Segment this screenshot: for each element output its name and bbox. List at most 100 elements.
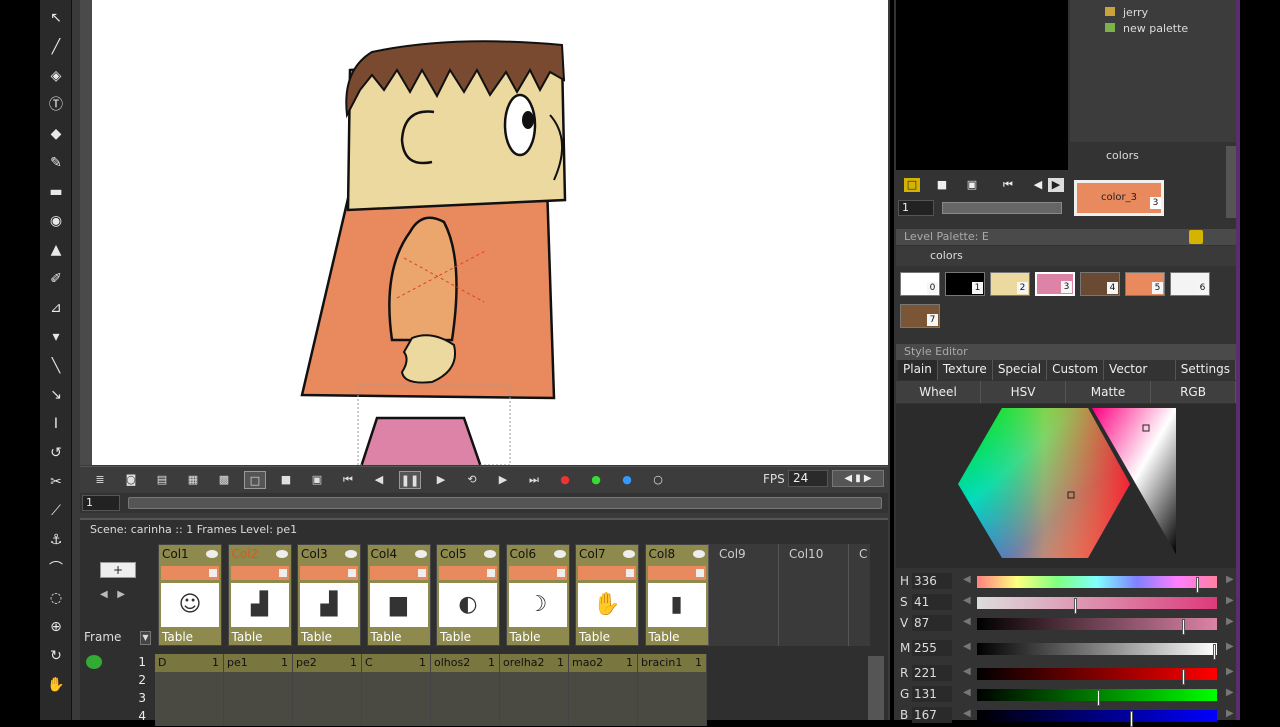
channel-value[interactable]: 87 bbox=[912, 615, 952, 631]
xsheet-cell-empty[interactable] bbox=[362, 708, 431, 726]
xsheet-cell-empty[interactable] bbox=[155, 672, 224, 690]
fps-slider[interactable]: ◀ ▮ ▶ bbox=[832, 470, 884, 487]
decrease-icon[interactable]: ◀ bbox=[963, 641, 971, 652]
channel-value[interactable]: 167 bbox=[912, 707, 952, 723]
frame-display-dropdown[interactable]: ▼ bbox=[140, 631, 151, 645]
xsheet-cell-empty[interactable] bbox=[293, 708, 362, 726]
checker-bg-icon[interactable]: ▣ bbox=[306, 471, 328, 489]
slider-handle[interactable] bbox=[1182, 669, 1185, 685]
xsheet-cell-empty[interactable] bbox=[500, 672, 569, 690]
channel-track[interactable] bbox=[977, 597, 1217, 614]
column-parent[interactable]: Table bbox=[579, 630, 610, 644]
first-frame-icon[interactable]: ⏮ bbox=[337, 471, 359, 489]
add-level-button[interactable]: + bbox=[100, 562, 136, 578]
decrease-icon[interactable]: ◀ bbox=[963, 616, 971, 627]
xsheet-cell-empty[interactable] bbox=[224, 690, 293, 708]
palette-chip[interactable]: 5 bbox=[1125, 272, 1165, 296]
column-parent[interactable]: Table bbox=[510, 630, 541, 644]
hook-tool-icon[interactable]: ⌒ bbox=[46, 559, 66, 579]
grid-icon[interactable]: ▩ bbox=[213, 471, 235, 489]
layer-arrows-icon[interactable]: ◀ ▶ bbox=[100, 589, 125, 600]
control-point-editor-tool-icon[interactable]: ⊿ bbox=[46, 298, 66, 318]
pump-tool-icon[interactable]: ╲ bbox=[46, 356, 66, 376]
zoom-tool-icon[interactable]: ⊕ bbox=[46, 617, 66, 637]
xsheet-cell[interactable]: D1 bbox=[155, 654, 224, 672]
mode-wheel[interactable]: Wheel bbox=[896, 381, 981, 403]
row-number[interactable]: 2 bbox=[122, 673, 146, 687]
slider-handle[interactable] bbox=[1074, 598, 1077, 614]
flipbook-slider[interactable] bbox=[942, 202, 1062, 214]
mode-rgb[interactable]: RGB bbox=[1151, 381, 1236, 403]
row-number[interactable]: 3 bbox=[122, 691, 146, 705]
camera-icon[interactable]: ◙ bbox=[120, 471, 142, 489]
increase-icon[interactable]: ▶ bbox=[1226, 666, 1234, 677]
skeleton-tool-icon[interactable]: ⟋ bbox=[46, 501, 66, 521]
play-icon[interactable]: ▶ bbox=[1048, 178, 1064, 192]
increase-icon[interactable]: ▶ bbox=[1226, 708, 1234, 719]
tape-tool-icon[interactable]: ◉ bbox=[46, 211, 66, 231]
blue-channel-icon[interactable]: ● bbox=[616, 471, 638, 489]
checker-bg-icon[interactable]: ▣ bbox=[964, 178, 980, 192]
channel-value[interactable]: 255 bbox=[912, 640, 952, 656]
color-wheel-area[interactable] bbox=[896, 404, 1236, 568]
xsheet-cell-empty[interactable] bbox=[569, 672, 638, 690]
menu-icon[interactable]: ≣ bbox=[89, 471, 111, 489]
slider-handle[interactable] bbox=[1196, 577, 1199, 593]
column-color-bar[interactable] bbox=[230, 566, 289, 580]
green-channel-icon[interactable]: ● bbox=[585, 471, 607, 489]
column-parent[interactable]: Table bbox=[649, 630, 680, 644]
xsheet-cell-empty[interactable] bbox=[500, 708, 569, 726]
column-header-col8[interactable]: Col8 ▮ Table bbox=[644, 544, 709, 646]
bender-tool-icon[interactable]: I bbox=[46, 414, 66, 434]
decrease-icon[interactable]: ◀ bbox=[963, 708, 971, 719]
white-bg-icon[interactable]: □ bbox=[244, 470, 266, 489]
frame-slider[interactable] bbox=[128, 497, 882, 509]
eye-icon[interactable] bbox=[345, 550, 357, 558]
slider-handle[interactable] bbox=[1182, 619, 1185, 635]
xsheet-cell-empty[interactable] bbox=[431, 672, 500, 690]
white-bg-icon[interactable]: □ bbox=[904, 178, 920, 192]
drawing-canvas[interactable] bbox=[92, 0, 888, 465]
palette-chip[interactable]: 1 bbox=[945, 272, 985, 296]
eye-icon[interactable] bbox=[414, 550, 427, 558]
play-icon[interactable]: ▶ bbox=[430, 471, 452, 489]
matte-icon[interactable]: ○ bbox=[647, 471, 669, 489]
column-header-empty[interactable]: Col10 bbox=[778, 544, 848, 646]
frame-field[interactable]: 1 bbox=[82, 495, 120, 511]
column-header-col5[interactable]: Col5 ◐ Table bbox=[436, 544, 500, 646]
xsheet-cell-empty[interactable] bbox=[155, 708, 224, 726]
palette-scrollbar[interactable] bbox=[1226, 146, 1236, 218]
channel-track[interactable] bbox=[977, 668, 1217, 685]
column-parent[interactable]: Table bbox=[232, 630, 263, 644]
xsheet-cell-empty[interactable] bbox=[638, 672, 707, 690]
increase-icon[interactable]: ▶ bbox=[1226, 595, 1234, 606]
palette-chip[interactable]: 0 bbox=[900, 272, 940, 296]
slider-handle[interactable] bbox=[1213, 644, 1216, 660]
palette-chip[interactable]: 2 bbox=[990, 272, 1030, 296]
xsheet-cell[interactable]: bracin1 1 bbox=[638, 654, 707, 672]
decrease-icon[interactable]: ◀ bbox=[963, 687, 971, 698]
xsheet-cell-empty[interactable] bbox=[638, 708, 707, 726]
tree-item-jerry[interactable]: jerry bbox=[1105, 6, 1148, 19]
prev-frame-icon[interactable]: ◀ bbox=[368, 471, 390, 489]
column-header-empty[interactable]: Col9 bbox=[708, 544, 778, 646]
xsheet-cell[interactable]: orelha2 1 bbox=[500, 654, 569, 672]
column-color-bar[interactable] bbox=[578, 566, 636, 580]
xsheet-cell-empty[interactable] bbox=[569, 708, 638, 726]
column-color-bar[interactable] bbox=[161, 566, 219, 580]
increase-icon[interactable]: ▶ bbox=[1226, 616, 1234, 627]
column-header-col1[interactable]: Col1 ☺ Table bbox=[158, 544, 222, 646]
pause-icon[interactable]: ❚❚ bbox=[399, 470, 421, 489]
xsheet-cell-empty[interactable] bbox=[431, 690, 500, 708]
flipbook-frame-field[interactable]: 1 bbox=[898, 200, 934, 216]
safe-area-icon[interactable]: ▤ bbox=[151, 471, 173, 489]
column-header-empty[interactable]: C bbox=[848, 544, 870, 646]
column-header-col3[interactable]: Col3 ▟ Table bbox=[297, 544, 361, 646]
increase-icon[interactable]: ▶ bbox=[1226, 687, 1234, 698]
palette-chip[interactable]: 3 bbox=[1035, 272, 1075, 296]
palette-chip[interactable]: 4 bbox=[1080, 272, 1120, 296]
column-color-bar[interactable] bbox=[508, 566, 567, 580]
paint-brush-tool-icon[interactable]: ✎ bbox=[46, 153, 66, 173]
channel-value[interactable]: 221 bbox=[912, 665, 952, 681]
pinch-tool-icon[interactable]: ▾ bbox=[46, 327, 66, 347]
